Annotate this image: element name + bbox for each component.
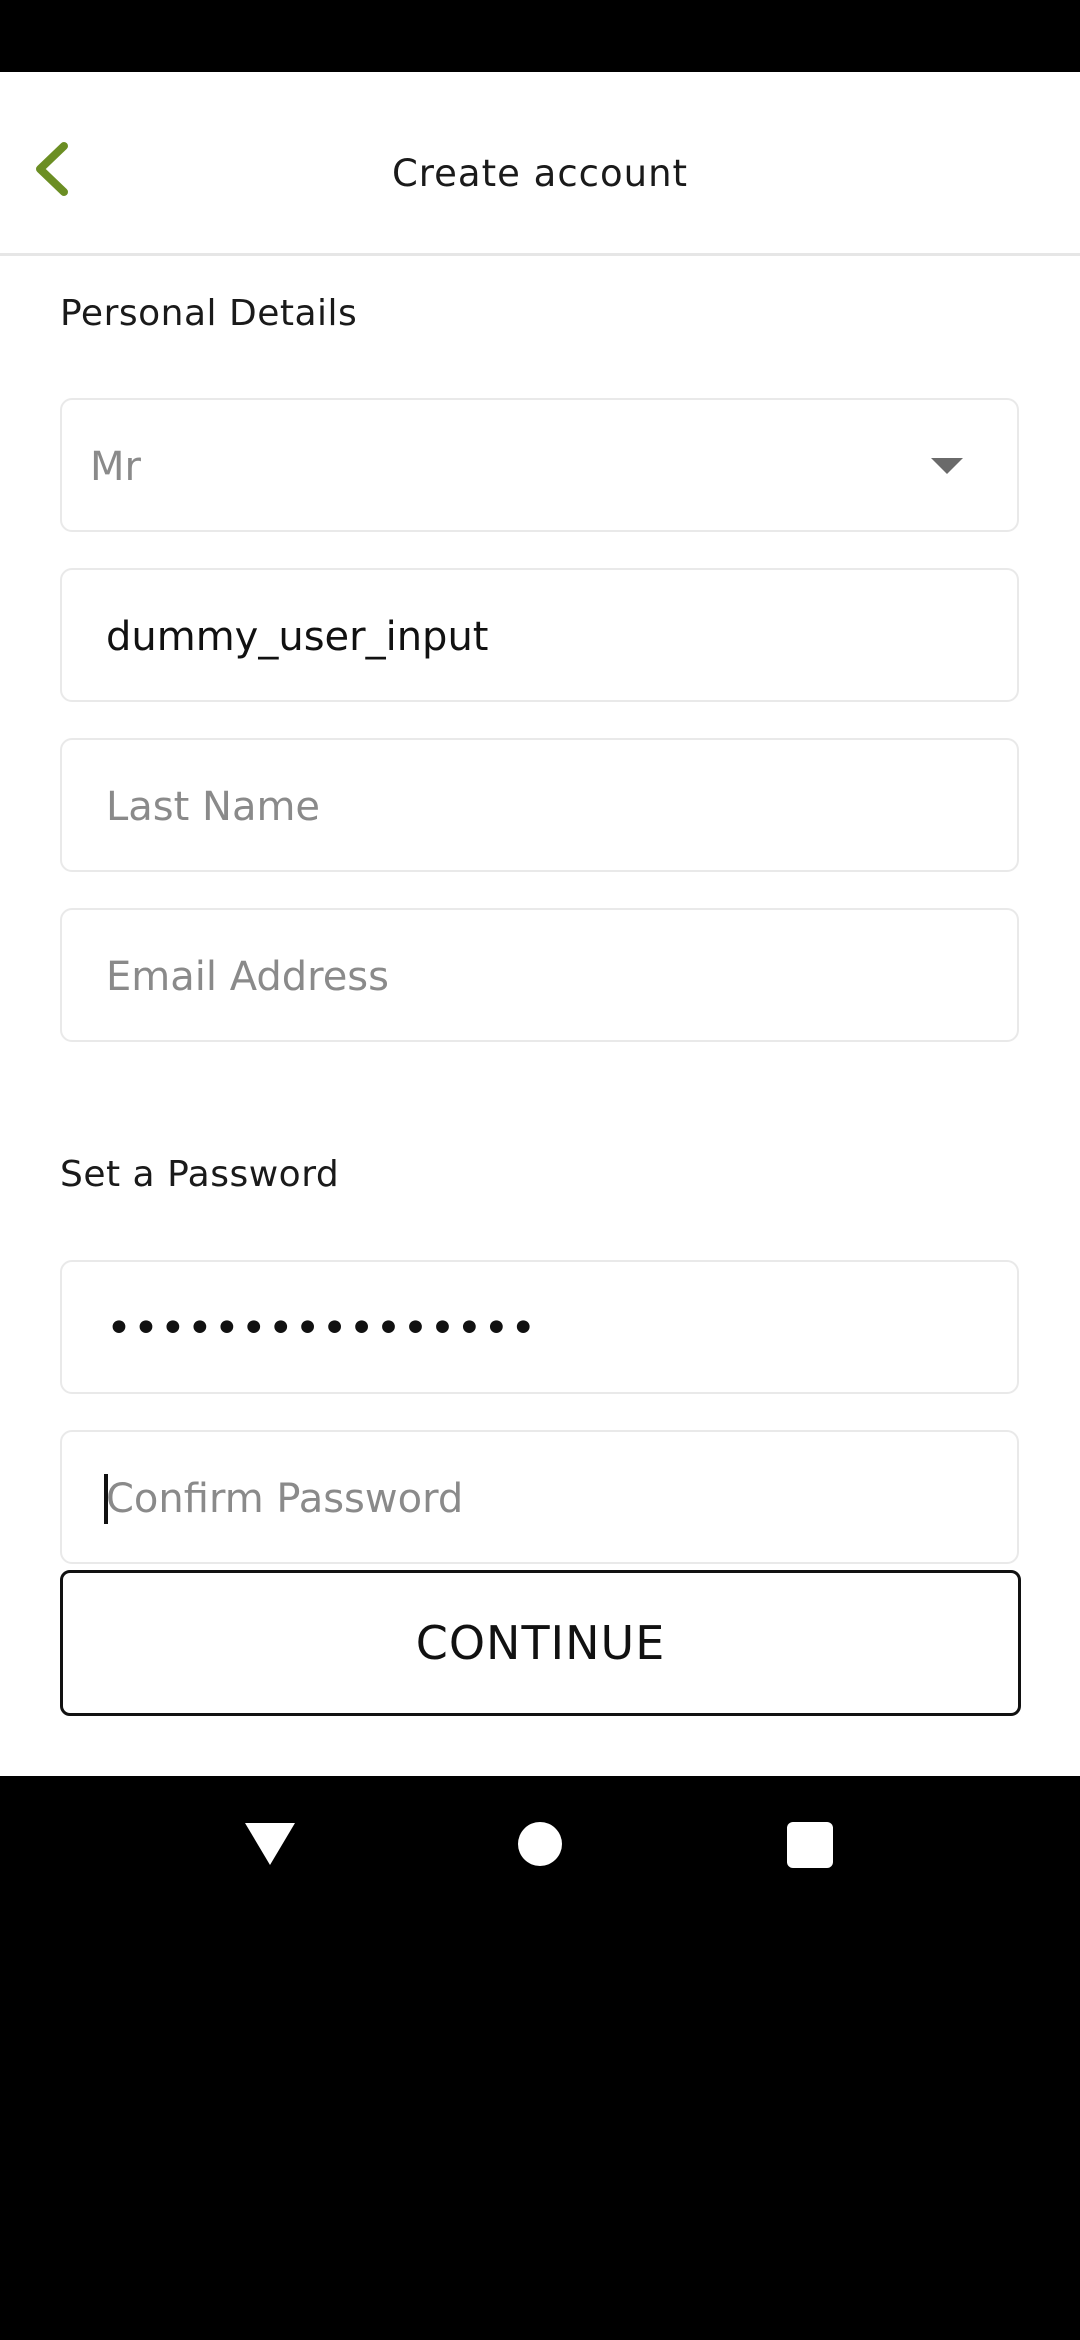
email-placeholder: Email Address: [106, 954, 389, 1000]
confirm-password-field[interactable]: Confirm Password: [60, 1430, 1019, 1564]
set-password-heading: Set a Password: [60, 1154, 340, 1195]
dropdown-caret-icon[interactable]: [931, 458, 963, 474]
app-header: Create account: [0, 72, 1080, 256]
email-field[interactable]: Email Address: [60, 908, 1019, 1042]
personal-details-heading: Personal Details: [60, 293, 358, 334]
password-field[interactable]: ••••••••••••••••: [60, 1260, 1019, 1394]
password-masked-value: ••••••••••••••••: [106, 1303, 538, 1354]
system-nav-bar: [0, 1776, 1080, 1920]
create-account-screen: Create account Personal Details Mr dummy…: [0, 72, 1080, 1776]
square-recents-icon[interactable]: [787, 1822, 833, 1868]
last-name-field[interactable]: Last Name: [60, 738, 1019, 872]
blank-area: [0, 1920, 1080, 2340]
last-name-placeholder: Last Name: [106, 784, 321, 830]
triangle-back-icon[interactable]: [245, 1823, 295, 1865]
first-name-value: dummy_user_input: [106, 614, 489, 660]
continue-button[interactable]: CONTINUE: [60, 1570, 1021, 1716]
status-bar: [0, 0, 1080, 72]
confirm-password-placeholder: Confirm Password: [106, 1476, 464, 1522]
title-select[interactable]: Mr: [60, 398, 1019, 532]
first-name-field[interactable]: dummy_user_input: [60, 568, 1019, 702]
circle-home-icon[interactable]: [518, 1822, 562, 1866]
title-select-value: Mr: [90, 444, 141, 490]
page-title: Create account: [391, 152, 689, 195]
